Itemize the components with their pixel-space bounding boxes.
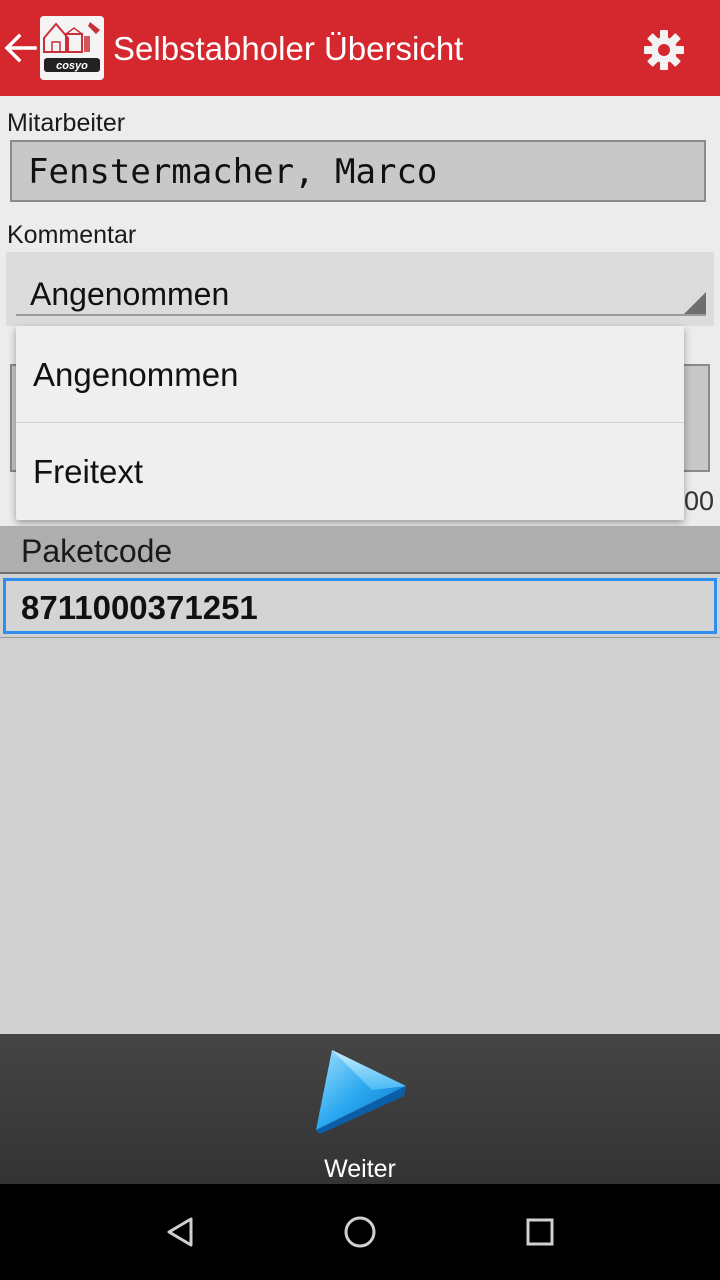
nav-back-button[interactable] [156,1208,204,1256]
list-item[interactable]: 8711000371251 [0,574,720,638]
paketcode-header: Paketcode [0,526,720,574]
nav-home-icon [344,1216,376,1248]
paketcode-header-label: Paketcode [21,533,173,569]
comment-selected-value: Angenommen [30,276,230,312]
system-navigation-bar [0,1184,720,1280]
arrow-left-icon [4,33,37,63]
paketcode-list [0,638,720,1034]
screen: cosyo Selbstabholer Übersicht Mitarbeite… [0,0,720,1280]
gear-icon [644,30,684,70]
logo-icon: cosyo [40,16,104,80]
comment-dropdown-menu: Angenommen Freitext [16,326,684,520]
employee-label: Mitarbeiter [7,109,126,137]
nav-back-icon [167,1217,193,1247]
character-counter: 00 [683,486,714,516]
employee-field: Fenstermacher, Marco [10,140,706,202]
dropdown-triangle-icon [684,292,706,314]
nav-recents-button[interactable] [516,1208,564,1256]
app-bar: cosyo Selbstabholer Übersicht [0,0,720,96]
back-button[interactable] [0,24,40,72]
dropdown-option-freitext[interactable]: Freitext [16,423,684,520]
svg-text:cosyo: cosyo [56,60,88,72]
play-arrow-icon [316,1050,406,1134]
employee-value: Fenstermacher, Marco [28,152,438,192]
paketcode-selected-row[interactable]: 8711000371251 [3,578,717,634]
dropdown-option-angenommen[interactable]: Angenommen [16,326,684,423]
page-title: Selbstabholer Übersicht [113,30,464,67]
nav-home-button[interactable] [336,1208,384,1256]
spinner-underline [16,314,706,316]
weiter-button[interactable]: Weiter [280,1038,440,1183]
app-logo: cosyo [40,16,104,80]
paketcode-value: 8711000371251 [21,589,258,626]
settings-button[interactable] [638,24,690,76]
comment-label: Kommentar [7,221,137,249]
bottom-action-bar: Weiter [0,1034,720,1184]
comment-spinner[interactable]: Angenommen [6,252,714,326]
weiter-label: Weiter [324,1155,396,1183]
nav-recents-icon [526,1218,554,1246]
